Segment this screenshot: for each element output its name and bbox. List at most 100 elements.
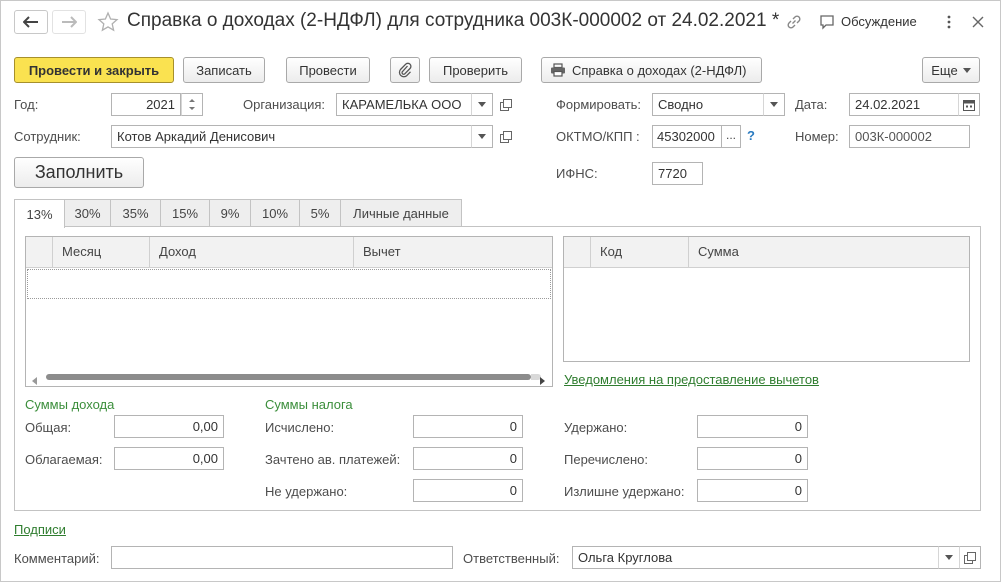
employee-dropdown[interactable] bbox=[471, 125, 493, 148]
oktmo-label: ОКТМО/КПП : bbox=[556, 129, 640, 144]
tab-13[interactable]: 13% bbox=[14, 199, 65, 228]
tab-9[interactable]: 9% bbox=[209, 199, 251, 227]
close-icon[interactable] bbox=[971, 15, 985, 29]
open-form-icon bbox=[964, 551, 976, 564]
year-stepper[interactable] bbox=[181, 93, 203, 116]
check-button[interactable]: Проверить bbox=[429, 57, 522, 83]
employee-input[interactable]: Котов Аркадий Денисович bbox=[111, 125, 472, 148]
scroll-left-button[interactable] bbox=[32, 373, 38, 385]
tab-5[interactable]: 5% bbox=[299, 199, 341, 227]
form-mode-dropdown[interactable] bbox=[763, 93, 785, 116]
organization-input[interactable]: КАРАМЕЛЬКА ООО bbox=[336, 93, 472, 116]
calendar-icon bbox=[963, 99, 975, 111]
responsible-input[interactable]: Ольга Круглова bbox=[572, 546, 939, 569]
fill-button[interactable]: Заполнить bbox=[14, 157, 144, 188]
month-column-header[interactable]: Месяц bbox=[52, 237, 149, 268]
ifns-input[interactable]: 7720 bbox=[652, 162, 703, 185]
chevron-right-icon bbox=[540, 377, 545, 385]
tab-30[interactable]: 30% bbox=[64, 199, 111, 227]
income-total-input[interactable]: 0,00 bbox=[114, 415, 224, 438]
chevron-down-icon bbox=[962, 67, 971, 73]
open-form-icon bbox=[500, 98, 512, 111]
year-input[interactable]: 2021 bbox=[111, 93, 181, 116]
sum-column-header[interactable]: Сумма bbox=[688, 237, 969, 268]
stepper-arrows-icon bbox=[189, 99, 195, 110]
back-button[interactable] bbox=[14, 10, 48, 34]
tab-10[interactable]: 10% bbox=[250, 199, 300, 227]
document-window: Справка о доходах (2-НДФЛ) для сотрудник… bbox=[0, 0, 1001, 582]
organization-dropdown[interactable] bbox=[471, 93, 493, 116]
post-button[interactable]: Провести bbox=[286, 57, 370, 83]
arrow-right-icon bbox=[62, 16, 77, 28]
employee-label: Сотрудник: bbox=[14, 129, 81, 144]
post-and-close-button[interactable]: Провести и закрыть bbox=[14, 57, 174, 83]
income-column-header[interactable]: Доход bbox=[149, 237, 353, 268]
tax-advance-input[interactable]: 0 bbox=[413, 447, 523, 470]
tax-not-withheld-label: Не удержано: bbox=[265, 484, 348, 499]
more-button[interactable]: Еще bbox=[922, 57, 980, 83]
responsible-dropdown[interactable] bbox=[938, 546, 960, 569]
code-column-header[interactable]: Код bbox=[590, 237, 688, 268]
income-table-header: Месяц Доход Вычет bbox=[26, 237, 552, 268]
form-mode-label: Формировать: bbox=[556, 97, 642, 112]
tax-withheld-label: Удержано: bbox=[564, 420, 628, 435]
scroll-right-button[interactable] bbox=[539, 373, 545, 385]
employee-open-button[interactable] bbox=[496, 125, 516, 148]
tax-calculated-label: Исчислено: bbox=[265, 420, 335, 435]
discussion-label[interactable]: Обсуждение bbox=[841, 14, 917, 29]
tax-not-withheld-input[interactable]: 0 bbox=[413, 479, 523, 502]
calendar-button[interactable] bbox=[958, 93, 980, 116]
income-total-label: Общая: bbox=[25, 420, 72, 435]
star-icon[interactable] bbox=[97, 11, 119, 33]
signatures-link[interactable]: Подписи bbox=[14, 522, 66, 537]
form-mode-select[interactable]: Сводно bbox=[652, 93, 764, 116]
tab-35[interactable]: 35% bbox=[110, 199, 161, 227]
oktmo-select-button[interactable]: ... bbox=[721, 125, 741, 148]
ifns-label: ИФНС: bbox=[556, 166, 598, 181]
tab-15[interactable]: 15% bbox=[160, 199, 210, 227]
comment-label: Комментарий: bbox=[14, 551, 100, 566]
chevron-down-icon bbox=[770, 102, 778, 107]
organization-open-button[interactable] bbox=[496, 93, 516, 116]
help-icon[interactable]: ? bbox=[747, 128, 755, 143]
date-input[interactable]: 24.02.2021 bbox=[849, 93, 959, 116]
chevron-down-icon bbox=[945, 555, 953, 560]
tax-excess-withheld-label: Излишне удержано: bbox=[564, 484, 685, 499]
forward-button[interactable] bbox=[52, 10, 86, 34]
discussion-icon[interactable] bbox=[819, 14, 835, 30]
more-vert-icon[interactable] bbox=[941, 14, 957, 30]
more-label: Еще bbox=[931, 62, 958, 78]
link-icon[interactable] bbox=[785, 13, 803, 31]
print-certificate-button[interactable]: Справка о доходах (2-НДФЛ) bbox=[541, 57, 762, 83]
tax-transferred-input[interactable]: 0 bbox=[697, 447, 808, 470]
chevron-left-icon bbox=[32, 377, 37, 385]
number-input[interactable]: 003К-000002 bbox=[849, 125, 970, 148]
income-taxable-input[interactable]: 0,00 bbox=[114, 447, 224, 470]
printer-icon bbox=[551, 63, 565, 77]
number-label: Номер: bbox=[795, 129, 839, 144]
tax-calculated-input[interactable]: 0 bbox=[413, 415, 523, 438]
tax-withheld-input[interactable]: 0 bbox=[697, 415, 808, 438]
income-table[interactable]: Месяц Доход Вычет bbox=[25, 236, 553, 387]
row-marker-header bbox=[564, 237, 590, 268]
arrow-left-icon bbox=[23, 16, 38, 28]
row-marker-header bbox=[26, 237, 52, 268]
deduction-column-header[interactable]: Вычет bbox=[353, 237, 553, 268]
attach-button[interactable] bbox=[390, 57, 420, 83]
deduction-table[interactable]: Код Сумма bbox=[563, 236, 970, 362]
date-label: Дата: bbox=[795, 97, 828, 112]
tax-advance-label: Зачтено ав. платежей: bbox=[265, 452, 401, 467]
oktmo-input[interactable]: 45302000 bbox=[652, 125, 722, 148]
horizontal-scrollbar[interactable] bbox=[46, 374, 531, 380]
comment-input[interactable] bbox=[111, 546, 453, 569]
responsible-open-button[interactable] bbox=[959, 546, 981, 569]
tax-transferred-label: Перечислено: bbox=[564, 452, 648, 467]
tab-personal-data[interactable]: Личные данные bbox=[340, 199, 462, 227]
tax-excess-withheld-input[interactable]: 0 bbox=[697, 479, 808, 502]
responsible-label: Ответственный: bbox=[463, 551, 560, 566]
deduction-table-header: Код Сумма bbox=[564, 237, 969, 268]
table-row[interactable] bbox=[27, 269, 551, 299]
save-button[interactable]: Записать bbox=[183, 57, 265, 83]
deduction-notifications-link[interactable]: Уведомления на предоставление вычетов bbox=[564, 372, 819, 387]
income-taxable-label: Облагаемая: bbox=[25, 452, 103, 467]
